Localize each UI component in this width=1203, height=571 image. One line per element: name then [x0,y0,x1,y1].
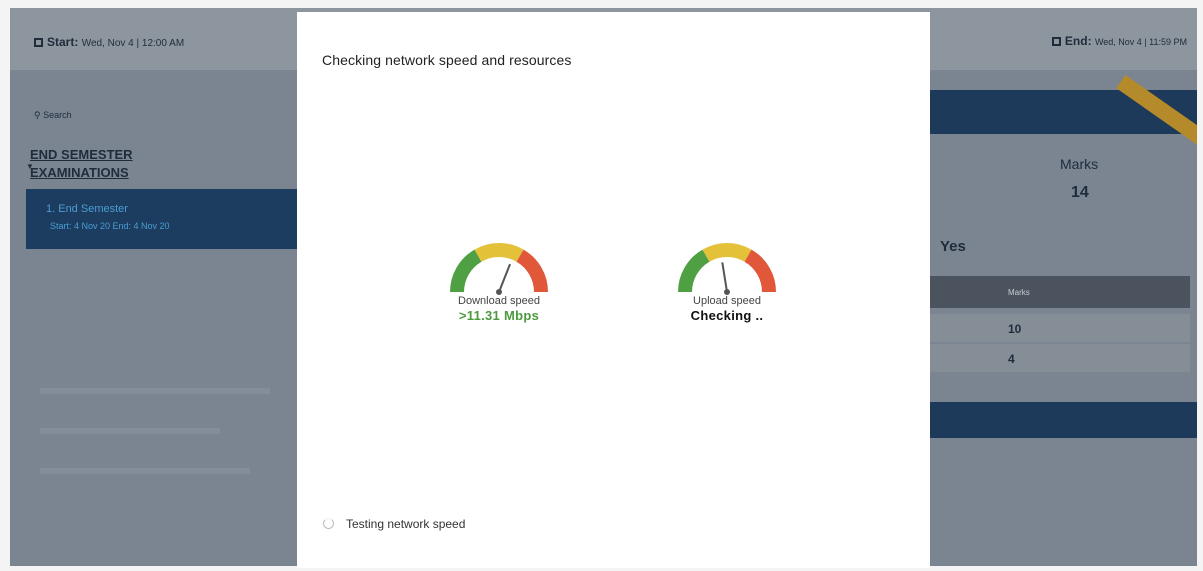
dialog-title: Checking network speed and resources [322,52,572,68]
upload-gauge: Upload speed Checking .. [662,240,792,323]
start-value: Wed, Nov 4 | 12:00 AM [81,38,185,49]
table-header: Marks [928,276,1190,308]
footer-banner [928,402,1197,438]
network-test-status: Testing network speed [323,517,465,531]
upload-speed-label: Upload speed [693,295,761,307]
marks-label: Marks [1060,156,1099,172]
download-speedometer-icon [450,243,548,295]
table-cell: 10 [1008,322,1022,336]
search-input[interactable]: ⚲ Search [34,110,72,121]
table-row: 4 [928,344,1190,372]
loading-spinner-icon [323,518,334,529]
exam-item-title: 1. End Semester [46,203,128,215]
start-time: Start: Wed, Nov 4 | 12:00 AM [34,35,184,49]
end-label: End: [1064,34,1092,48]
marks-value: 14 [1071,184,1089,201]
calendar-icon [34,38,43,47]
section-title-line2: EXAMINATIONS [30,165,129,180]
blurred-text-line [40,468,250,474]
exam-item-dates: Start: 4 Nov 20 End: 4 Nov 20 [50,221,170,231]
exam-section-title[interactable]: ▼ END SEMESTER EXAMINATIONS [26,146,230,182]
yes-label: Yes [940,238,966,255]
blurred-text-line [40,388,270,394]
selected-exam-item[interactable]: 1. End Semester Start: 4 Nov 20 End: 4 N… [26,189,301,249]
status-text: Testing network speed [346,517,466,531]
calendar-icon [1051,37,1061,46]
start-label: Start: [47,35,79,49]
end-value: Wed, Nov 4 | 11:59 PM [1094,37,1187,47]
upload-speed-value: Checking .. [690,308,764,323]
search-icon: ⚲ [34,110,41,120]
download-speed-label: Download speed [458,295,540,307]
download-speed-value: >11.31 Mbps [458,308,540,323]
table-header-marks: Marks [1008,288,1030,297]
caret-down-icon: ▼ [26,162,34,171]
blurred-text-line [40,428,220,434]
download-gauge: Download speed >11.31 Mbps [434,240,564,323]
end-time: End: Wed, Nov 4 | 11:59 PM [1051,34,1187,48]
upload-speedometer-icon [678,243,776,295]
search-placeholder: Search [43,110,72,120]
table-cell: 4 [1008,352,1015,366]
table-row: 10 [928,314,1190,342]
section-title-line1: END SEMESTER [30,147,133,162]
network-check-dialog: Checking network speed and resources Dow… [297,12,930,568]
